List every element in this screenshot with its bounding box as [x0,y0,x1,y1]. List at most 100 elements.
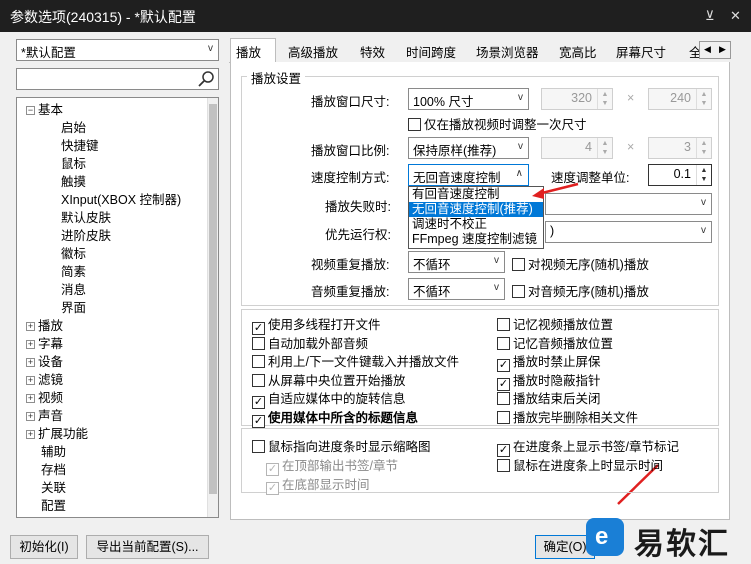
export-button[interactable]: 导出当前配置(S)... [86,535,209,559]
collapse-icon: − [26,105,35,115]
video-repeat-select[interactable]: 不循环 v [408,251,505,273]
expand-icon: + [26,321,35,331]
tab[interactable]: 时间跨度 [406,42,456,62]
speed-dropdown-list[interactable]: 有回音速度控制 无回音速度控制(推荐) 调速时不校正 FFmpeg 速度控制滤镜 [408,186,544,249]
expand-icon: + [26,393,35,403]
dropdown-option[interactable]: 有回音速度控制 [409,187,543,202]
tree-item-basic[interactable]: − 基本 [26,99,63,118]
ratio-select[interactable]: 保持原样(推荐) v [408,137,529,159]
option-checkbox[interactable]: 利用上/下一文件键载入并播放文件 [252,351,459,370]
tree-item[interactable]: XInput(XBOX 控制器) [61,189,181,208]
tree-item[interactable]: 关联 [41,477,66,496]
tab[interactable]: 屏幕尺寸 [616,42,666,62]
tree-group[interactable]: + 设备 [26,351,63,370]
window-title: 参数选项(240315) - *默认配置 [10,9,196,25]
priority-label: 优先运行权: [325,228,391,242]
annotation-arrow [532,182,579,199]
expand-icon: + [26,339,35,349]
search-icon [198,71,214,87]
tree-group[interactable]: + 声音 [26,405,63,424]
tree-item[interactable]: 辅助 [41,441,66,460]
fail-label: 播放失败时: [325,200,391,214]
hover-time-checkbox[interactable]: 鼠标在进度条上时显示时间 [497,455,663,474]
ratio-a-stepper[interactable]: 4 ▲ ▼ [541,137,613,159]
height-stepper[interactable]: 240 ▲ ▼ [648,88,712,110]
watermark-text: 易软汇 [634,528,730,561]
scrollbar-thumb[interactable] [209,104,217,494]
close-icon[interactable]: ✕ [730,8,741,24]
dropdown-option[interactable]: FFmpeg 速度控制滤镜 [409,232,543,247]
tab-scroll-buttons[interactable]: ◀ ▶ [699,41,731,59]
times-sign: × [627,91,635,105]
top-bookmark-checkbox[interactable]: ✓ 在顶部输出书签/章节 [266,455,398,476]
bookmark-marks-checkbox[interactable]: ✓ 在进度条上显示书签/章节标记 [497,436,679,457]
category-tree[interactable]: − 基本 启始 快捷键 鼠标 触摸 XInput(XBOX 控制器) 默认皮肤 进阶皮肤 徽标简… [16,97,219,518]
tree-group[interactable]: + 滤镜 [26,369,63,388]
tree-item[interactable]: 默认皮肤 [61,207,111,226]
audio-repeat-label: 音频重复播放: [311,285,390,299]
video-repeat-label: 视频重复播放: [311,258,390,272]
tree-group[interactable]: + 扩展功能 [26,423,88,442]
priority-select[interactable]: ) v [545,221,712,243]
tree-item[interactable]: 属性 [41,513,66,517]
adjust-once-checkbox[interactable]: 仅在播放视频时调整一次尺寸 [408,114,587,133]
pin-icon[interactable]: ⊻ [705,8,715,24]
tree-group[interactable]: + 视频 [26,387,63,406]
window-size-label: 播放窗口尺寸: [311,95,390,109]
tree-item[interactable]: 存档 [41,459,66,478]
expand-icon: + [26,429,35,439]
option-checkbox[interactable]: 播放完毕删除相关文件 [497,407,638,426]
search-input[interactable] [16,68,219,90]
tree-item[interactable]: 鼠标 [61,153,86,172]
tree-item[interactable]: 徽标 [61,243,86,262]
tab[interactable]: 高级播放 [288,42,338,62]
tree-item[interactable]: 快捷键 [61,135,99,154]
tree-item[interactable]: 消息 [61,279,86,298]
tab[interactable]: 宽高比 [559,42,597,62]
expand-icon: + [26,357,35,367]
tree-item[interactable]: 触摸 [61,171,86,190]
tab[interactable]: 场景浏览器 [476,42,539,62]
tab[interactable]: 特效 [360,42,385,62]
arrow-right-icon[interactable]: ▶ [719,44,726,55]
audio-shuffle-checkbox[interactable]: 对音频无序(随机)播放 [512,281,649,300]
bottom-time-checkbox[interactable]: ✓ 在底部显示时间 [266,474,370,495]
title-bar: 参数选项(240315) - *默认配置 ⊻ ✕ [0,0,751,32]
tree-group[interactable]: + 播放 [26,315,63,334]
option-checkbox[interactable]: 记忆视频播放位置 [497,314,613,333]
expand-icon: + [26,375,35,385]
thumbnail-checkbox[interactable]: 鼠标指向进度条时显示缩略图 [252,436,431,455]
init-button[interactable]: 初始化(I) [10,535,78,559]
tree-item[interactable]: 简素 [61,261,86,280]
option-checkbox[interactable]: 播放结束后关闭 [497,388,601,407]
option-checkbox[interactable]: ✓ 使用媒体中所含的标题信息 [252,407,418,428]
preset-value: *默认配置 [21,46,76,60]
ratio-b-stepper[interactable]: 3 ▲ ▼ [648,137,712,159]
window-size-select[interactable]: 100% 尺寸 v [408,88,529,110]
speed-label: 速度控制方式: [311,171,390,185]
tree-item[interactable]: 配置 [41,495,66,514]
speed-select[interactable]: 无回音速度控制 ∧ [408,164,529,186]
tree-group[interactable]: + 字幕 [26,333,63,352]
tree-scrollbar[interactable] [207,98,218,517]
watermark: e 易软汇 [580,513,750,563]
dropdown-option[interactable]: 调速时不校正 [409,217,543,232]
arrow-left-icon[interactable]: ◀ [704,44,711,55]
option-checkbox[interactable]: 自动加载外部音频 [252,333,368,352]
option-checkbox[interactable]: 从屏幕中央位置开始播放 [252,370,406,389]
video-shuffle-checkbox[interactable]: 对视频无序(随机)播放 [512,254,649,273]
logo-icon: e [586,518,624,556]
tree-item[interactable]: 界面 [61,297,86,316]
tree-item[interactable]: 进阶皮肤 [61,225,111,244]
tab[interactable]: 播放 [236,42,261,62]
width-stepper[interactable]: 320 ▲ ▼ [541,88,613,110]
dropdown-option[interactable]: 无回音速度控制(推荐) [409,202,543,217]
section-title: 播放设置 [247,68,306,87]
ratio-sep: × [627,140,635,154]
tree-item[interactable]: 启始 [61,117,86,136]
option-checkbox[interactable]: 记忆音频播放位置 [497,333,613,352]
preset-select[interactable]: *默认配置 v [16,39,219,61]
audio-repeat-select[interactable]: 不循环 v [408,278,505,300]
expand-icon: + [26,411,35,421]
speed-unit-stepper[interactable]: 0.1 ▲ ▼ [648,164,712,186]
